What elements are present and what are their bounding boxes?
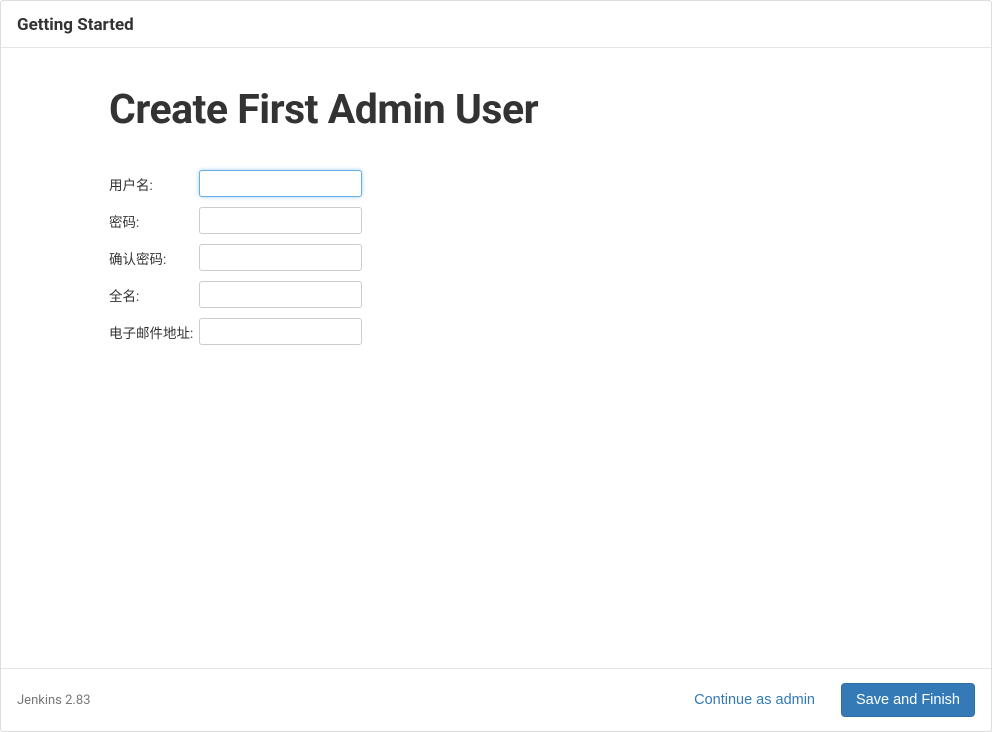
fullname-label: 全名: [109,281,199,308]
username-label: 用户名: [109,170,199,197]
version-label: Jenkins 2.83 [17,693,90,708]
password-input[interactable] [199,207,362,234]
header: Getting Started [1,1,991,48]
confirm-password-input[interactable] [199,244,362,271]
fullname-input[interactable] [199,281,362,308]
password-label: 密码: [109,207,199,234]
save-and-finish-button[interactable]: Save and Finish [841,683,975,717]
header-title: Getting Started [17,15,975,35]
email-input[interactable] [199,318,362,345]
email-label: 电子邮件地址: [109,318,199,345]
continue-as-admin-button[interactable]: Continue as admin [690,686,819,714]
confirm-password-label: 确认密码: [109,244,199,271]
username-input[interactable] [199,170,362,197]
admin-user-form: 用户名: 密码: 确认密码: 全名: 电子邮件地址: [109,160,362,355]
footer: Jenkins 2.83 Continue as admin Save and … [1,668,991,731]
page-title: Create First Admin User [109,86,991,134]
main-content: Create First Admin User 用户名: 密码: 确认密码: 全… [1,48,991,668]
